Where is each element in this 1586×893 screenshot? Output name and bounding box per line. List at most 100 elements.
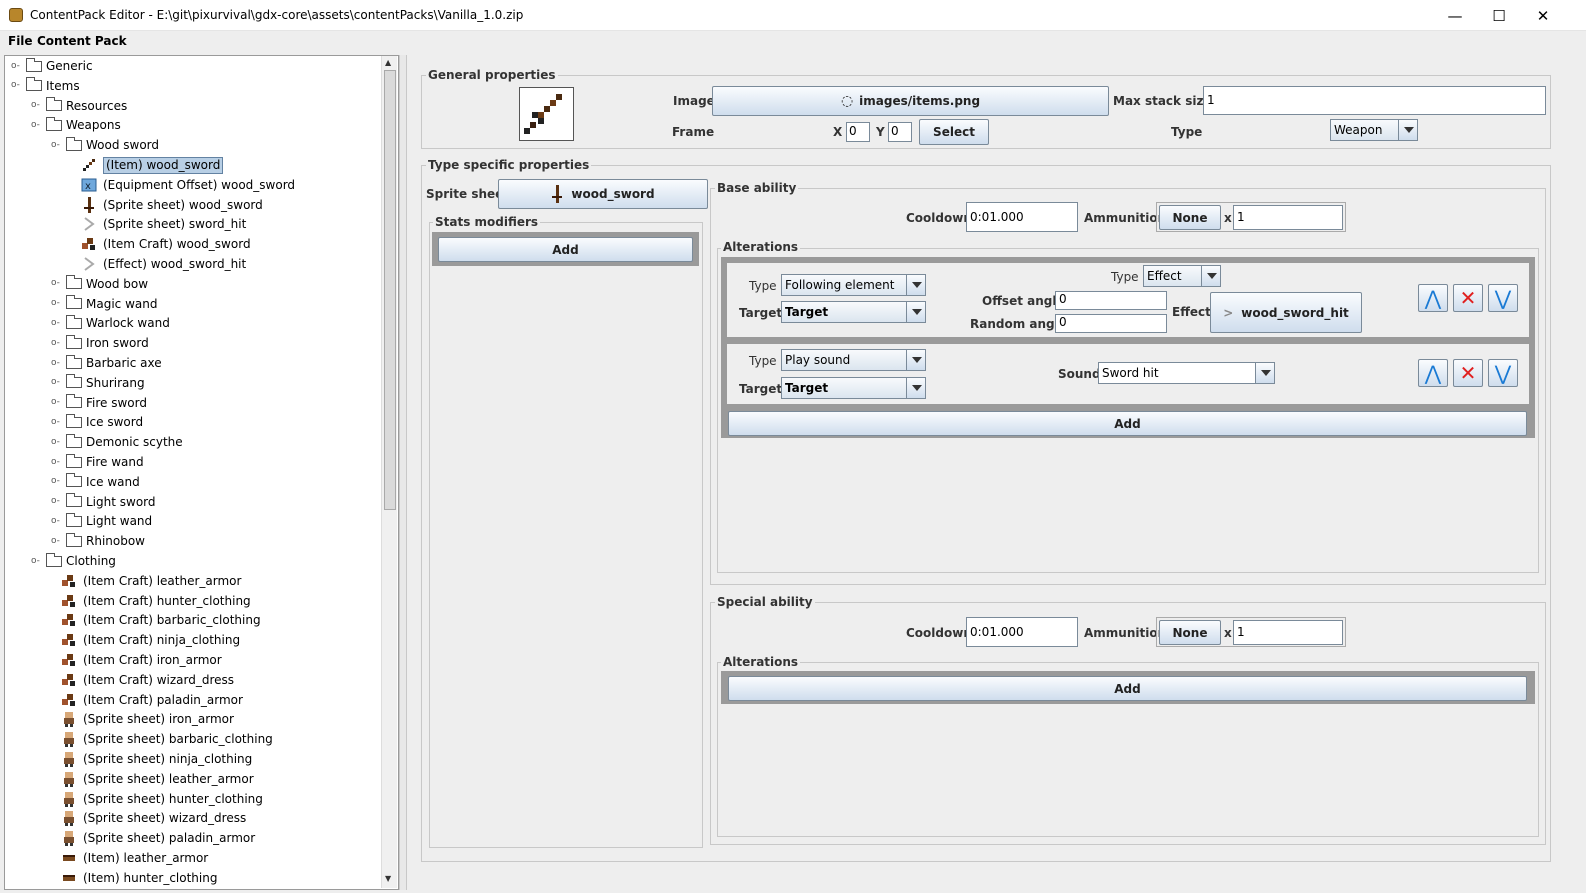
tree-expander-icon[interactable]: o- <box>31 556 40 566</box>
tree-folder[interactable]: o- Rhinobow <box>51 532 145 550</box>
tree-expander-icon[interactable]: o- <box>51 299 60 308</box>
tree-item[interactable]: (Sprite sheet) paladin_armor <box>51 829 255 847</box>
tree-folder[interactable]: o- Warlock wand <box>51 314 170 332</box>
tree-expander-icon[interactable]: o- <box>51 318 60 328</box>
tree-expander-icon[interactable]: o- <box>51 398 60 407</box>
tree-expander-icon[interactable]: o- <box>31 101 40 110</box>
tree-folder[interactable]: o- Barbaric axe <box>51 354 162 372</box>
tree-expander-icon[interactable]: o- <box>51 477 60 486</box>
sprite-sheet-button[interactable]: wood_sword <box>498 179 708 209</box>
tree-item[interactable]: (Sprite sheet) ninja_clothing <box>51 750 252 768</box>
tree-item[interactable]: (Item) leather_armor <box>51 849 208 867</box>
chevron-down-icon[interactable] <box>906 275 925 295</box>
scroll-thumb[interactable] <box>384 70 396 510</box>
tree-item[interactable]: (Item Craft) wood_sword <box>71 235 251 253</box>
tree-folder[interactable]: o- Wood bow <box>51 275 148 293</box>
base-cooldown-field[interactable]: 0:01.000 <box>966 202 1078 232</box>
tree-expander-icon[interactable]: o- <box>51 417 60 427</box>
special-ammo-count-field[interactable]: 1 <box>1233 620 1343 645</box>
remove-icon[interactable]: ✕ <box>1453 284 1483 312</box>
max-stack-field[interactable]: 1 <box>1203 86 1546 115</box>
tree-expander-icon[interactable]: o- <box>51 338 60 348</box>
tree-item[interactable]: (Item Craft) barbaric_clothing <box>51 611 261 629</box>
special-ammunition-button[interactable]: None <box>1159 620 1221 645</box>
tree-folder[interactable]: o- Fire wand <box>51 453 144 471</box>
tree-item[interactable]: (Item Craft) paladin_armor <box>51 691 243 709</box>
chevron-down-icon[interactable] <box>1255 363 1274 383</box>
tree-folder[interactable]: o- Wood sword <box>51 136 159 154</box>
chevron-down-icon[interactable] <box>906 378 925 398</box>
alt1-type-select[interactable]: Following element <box>781 274 926 296</box>
tree-expander-icon[interactable]: o- <box>51 358 60 368</box>
tree-expander-icon[interactable]: o- <box>51 497 60 506</box>
alt2-target-select[interactable]: Target <box>781 377 926 399</box>
tree-item[interactable]: (Sprite sheet) sword_hit <box>71 215 246 233</box>
tree-folder[interactable]: o- Generic <box>11 57 93 75</box>
move-up-icon[interactable]: ⋀ <box>1418 284 1448 312</box>
tree-folder[interactable]: o- Items <box>11 77 80 95</box>
special-alterations-add-button[interactable]: Add <box>728 676 1527 701</box>
tree-item[interactable]: (Sprite sheet) leather_armor <box>51 770 254 788</box>
tree-item[interactable]: (Sprite sheet) wood_sword <box>71 196 263 214</box>
tree-item[interactable]: (Item) barbaric_clothing <box>51 889 227 890</box>
tree-folder[interactable]: o- Resources <box>31 97 127 115</box>
tree-folder[interactable]: o- Clothing <box>31 552 116 570</box>
tree-folder[interactable]: o- Ice wand <box>51 473 140 491</box>
split-pane-divider[interactable] <box>399 55 407 890</box>
select-frame-button[interactable]: Select <box>919 119 989 145</box>
sound-select[interactable]: Sword hit <box>1098 362 1275 384</box>
tree-folder[interactable]: o- Magic wand <box>51 295 157 313</box>
move-up-icon[interactable]: ⋀ <box>1418 359 1448 387</box>
tree-folder[interactable]: o- Ice sword <box>51 413 143 431</box>
tree-expander-icon[interactable]: o- <box>51 378 60 387</box>
tree-scrollbar[interactable]: ▲ ▼ <box>381 56 397 888</box>
chevron-down-icon[interactable] <box>906 350 925 370</box>
stats-add-button[interactable]: Add <box>438 237 693 262</box>
tree-item[interactable]: (Item) wood_sword <box>71 156 224 174</box>
tree-item[interactable]: (Item) hunter_clothing <box>51 869 217 887</box>
alt1-effect-button[interactable]: > wood_sword_hit <box>1210 292 1362 333</box>
chevron-down-icon[interactable] <box>1398 120 1417 140</box>
tree-expander-icon[interactable]: o- <box>51 516 60 526</box>
tree-item[interactable]: (Item Craft) ninja_clothing <box>51 631 240 649</box>
tree-expander-icon[interactable]: o- <box>11 61 20 71</box>
random-angle-field[interactable]: 0 <box>1055 314 1167 333</box>
tree-folder[interactable]: o- Light sword <box>51 493 156 511</box>
tree-folder[interactable]: o- Fire sword <box>51 394 147 412</box>
move-down-icon[interactable]: ⋁ <box>1488 284 1518 312</box>
tree-expander-icon[interactable]: o- <box>51 437 60 447</box>
image-button[interactable]: ◌ images/items.png <box>712 86 1109 116</box>
base-ammunition-button[interactable]: None <box>1159 205 1221 230</box>
chevron-down-icon[interactable] <box>1201 266 1220 286</box>
content-tree[interactable]: o- Generic o- Items o- Resources o- Weapons o- Wo… <box>4 55 399 890</box>
tree-item[interactable]: x (Equipment Offset) wood_sword <box>71 176 295 194</box>
remove-icon[interactable]: ✕ <box>1453 359 1483 387</box>
tree-expander-icon[interactable]: o- <box>51 457 60 467</box>
base-alterations-add-button[interactable]: Add <box>728 411 1527 436</box>
alt2-type-select[interactable]: Play sound <box>781 349 926 371</box>
tree-folder[interactable]: o- Iron sword <box>51 334 149 352</box>
special-cooldown-field[interactable]: 0:01.000 <box>966 617 1078 647</box>
tree-expander-icon[interactable]: o- <box>11 81 20 90</box>
tree-item[interactable]: (Sprite sheet) iron_armor <box>51 710 234 728</box>
tree-folder[interactable]: o- Shurirang <box>51 374 145 392</box>
tree-item[interactable]: (Sprite sheet) hunter_clothing <box>51 790 263 808</box>
maximize-button[interactable]: ☐ <box>1476 0 1522 31</box>
base-ammo-count-field[interactable]: 1 <box>1233 205 1343 230</box>
tree-item[interactable]: (Effect) wood_sword_hit <box>71 255 246 273</box>
minimize-button[interactable]: — <box>1432 0 1478 31</box>
scroll-down-icon[interactable]: ▼ <box>385 874 391 883</box>
alt1-target-select[interactable]: Target <box>781 301 926 323</box>
tree-expander-icon[interactable]: o- <box>51 140 60 150</box>
menu-file[interactable]: File <box>8 34 33 48</box>
tree-item[interactable]: (Item Craft) leather_armor <box>51 572 241 590</box>
offset-angle-field[interactable]: 0 <box>1055 291 1167 310</box>
tree-item[interactable]: (Item Craft) hunter_clothing <box>51 592 251 610</box>
tree-expander-icon[interactable]: o- <box>31 120 40 130</box>
tree-item[interactable]: (Item Craft) iron_armor <box>51 651 222 669</box>
tree-folder[interactable]: o- Light wand <box>51 512 152 530</box>
alt1-effect-type-select[interactable]: Effect <box>1143 265 1221 287</box>
move-down-icon[interactable]: ⋁ <box>1488 359 1518 387</box>
tree-folder[interactable]: o- Weapons <box>31 116 121 134</box>
tree-item[interactable]: (Item Craft) wizard_dress <box>51 671 234 689</box>
